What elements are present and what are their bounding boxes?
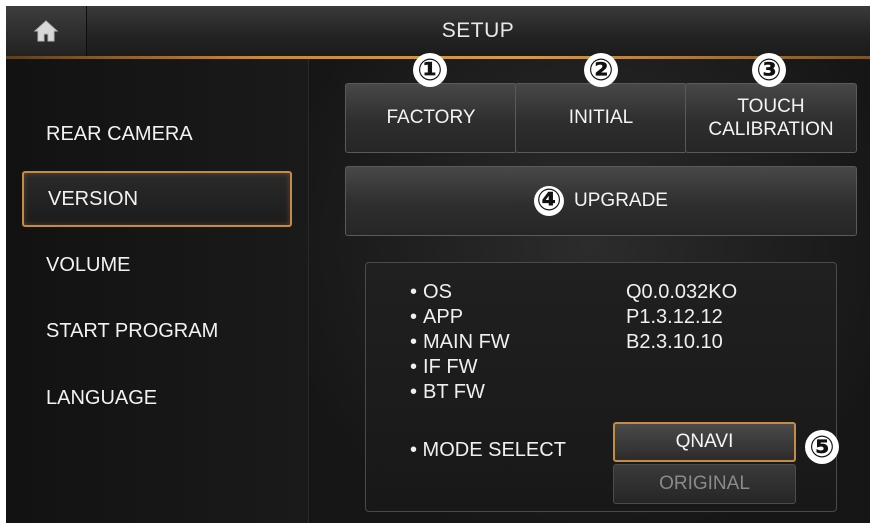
mode-option-label: QNAVI xyxy=(675,431,734,452)
sidebar-item-language[interactable]: LANGUAGE xyxy=(22,370,292,426)
sidebar-item-volume[interactable]: VOLUME xyxy=(22,237,292,293)
sidebar-item-label: START PROGRAM xyxy=(46,319,219,342)
info-row-main-fw: • MAIN FW xyxy=(410,330,510,354)
factory-button[interactable]: FACTORY xyxy=(345,83,517,153)
factory-button-label: FACTORY xyxy=(386,107,476,128)
upgrade-button-label: UPGRADE xyxy=(574,190,668,211)
touch-label-line2: CALIBRATION xyxy=(708,119,834,140)
bullet: • xyxy=(410,306,418,328)
callout-marker-5: ⑤ xyxy=(807,430,837,465)
callout-marker-3: ③ xyxy=(754,53,784,88)
info-row-os: • OS xyxy=(410,280,452,304)
sidebar-item-version[interactable]: VERSION xyxy=(22,171,292,227)
title-bar: SETUP xyxy=(6,6,870,56)
main-panel: FACTORY INITIAL TOUCH CALIBRATION ① ② ③ … xyxy=(309,53,870,523)
sidebar: REAR CAMERA VERSION VOLUME START PROGRAM… xyxy=(6,59,309,523)
bullet: • xyxy=(410,331,418,353)
sidebar-item-rear-camera[interactable]: REAR CAMERA xyxy=(22,106,292,162)
screenshot-canvas: SETUP REAR CAMERA VERSION VOLUME START P… xyxy=(0,0,876,529)
upgrade-button[interactable]: ④ UPGRADE xyxy=(345,166,857,236)
mode-select-label: • MODE SELECT xyxy=(410,439,566,461)
sidebar-item-label: REAR CAMERA xyxy=(46,122,193,145)
sidebar-item-label: LANGUAGE xyxy=(46,386,158,409)
info-label: BT FW xyxy=(423,381,485,403)
page-title: SETUP xyxy=(441,19,515,42)
mode-option-label: ORIGINAL xyxy=(659,473,750,494)
info-row-bt-fw: • BT FW xyxy=(410,380,485,404)
bullet: • xyxy=(410,281,418,303)
info-label: OS xyxy=(423,281,452,303)
callout-marker-4: ④ xyxy=(534,186,565,216)
callout-marker-1: ① xyxy=(415,53,445,88)
mode-option-qnavi[interactable]: QNAVI xyxy=(613,422,796,462)
initial-button-label: INITIAL xyxy=(568,107,634,128)
callout-marker-2: ② xyxy=(586,53,616,88)
info-value-app: P1.3.12.12 xyxy=(626,306,723,328)
info-label: APP xyxy=(423,306,464,328)
touch-calibration-label: TOUCH CALIBRATION xyxy=(708,95,833,141)
info-label: IF FW xyxy=(423,356,478,378)
info-value-os: Q0.0.032KO xyxy=(626,281,738,303)
initial-button[interactable]: INITIAL xyxy=(515,83,687,153)
mode-option-original[interactable]: ORIGINAL xyxy=(613,464,796,504)
head-unit-screen: SETUP REAR CAMERA VERSION VOLUME START P… xyxy=(6,6,870,523)
info-label: MAIN FW xyxy=(423,331,510,353)
info-row-if-fw: • IF FW xyxy=(410,355,477,379)
home-icon xyxy=(33,19,59,43)
version-info-panel: • OS Q0.0.032KO • APP P1.3.12.12 • MAIN FW … xyxy=(365,262,837,512)
info-value-main-fw: B2.3.10.10 xyxy=(626,331,723,353)
sidebar-item-label: VOLUME xyxy=(46,253,131,276)
info-row-app: • APP xyxy=(410,305,463,329)
home-button[interactable] xyxy=(6,6,87,56)
touch-label-line1: TOUCH xyxy=(737,96,805,117)
touch-calibration-button[interactable]: TOUCH CALIBRATION xyxy=(685,83,857,153)
sidebar-item-start-program[interactable]: START PROGRAM xyxy=(22,303,292,359)
bullet: • xyxy=(410,381,418,403)
bullet: • xyxy=(410,356,418,378)
sidebar-item-label: VERSION xyxy=(48,187,139,210)
